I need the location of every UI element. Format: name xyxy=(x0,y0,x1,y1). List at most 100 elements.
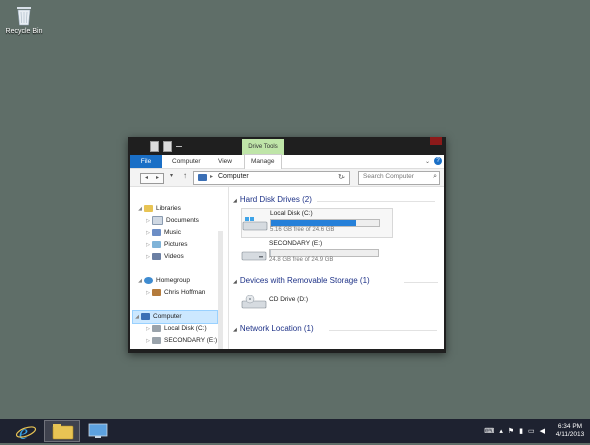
drive-free-space: 5.16 GB free of 24.6 GB xyxy=(270,227,334,233)
help-icon[interactable]: ? xyxy=(434,157,442,165)
path-separator-icon: ▸ xyxy=(210,173,213,180)
music-icon xyxy=(152,229,161,236)
internet-explorer-icon: e xyxy=(8,420,44,442)
forward-button[interactable]: ▸ xyxy=(152,174,163,183)
group-divider xyxy=(404,282,438,283)
folder-icon xyxy=(45,421,81,443)
nav-item-local-disk[interactable]: ▷Local Disk (C:) xyxy=(144,323,207,335)
collapse-arrow-icon[interactable]: ▷ xyxy=(144,215,152,227)
close-button[interactable] xyxy=(430,137,442,145)
cd-drive-icon xyxy=(241,295,267,309)
group-collapse-icon[interactable]: ◢ xyxy=(233,279,237,285)
drive-name: SECONDARY (E:) xyxy=(269,240,322,247)
windows-drive-icon xyxy=(242,217,268,231)
clock[interactable]: 6:34 PM 4/11/2013 xyxy=(550,423,590,439)
group-divider xyxy=(329,330,437,331)
drive-icon xyxy=(152,325,161,332)
drive-usage-fill xyxy=(271,220,356,226)
drive-name: Local Disk (C:) xyxy=(270,210,313,217)
nav-item-pictures[interactable]: ▷Pictures xyxy=(144,239,187,251)
show-hidden-icons[interactable]: ▴ xyxy=(499,427,503,435)
hard-drive-icon xyxy=(241,247,267,261)
drive-free-space: 24.8 GB free of 24.9 GB xyxy=(269,257,333,263)
recycle-bin-label: Recycle Bin xyxy=(4,28,44,35)
explorer-window: Drive Tools File Computer View Manage ⌄ … xyxy=(128,137,446,353)
drive-name: CD Drive (D:) xyxy=(269,296,308,303)
nav-item-computer[interactable]: ◢Computer xyxy=(132,310,218,324)
computer-icon xyxy=(141,313,150,320)
volume-icon[interactable]: ◀ xyxy=(540,427,545,435)
homegroup-icon xyxy=(144,277,153,284)
nav-item-user[interactable]: ▷Chris Hoffman xyxy=(144,287,205,299)
drive-usage-bar xyxy=(270,219,380,227)
libraries-icon xyxy=(144,205,153,212)
clock-time: 6:34 PM xyxy=(550,423,590,431)
nav-item-documents[interactable]: ▷Documents xyxy=(144,215,199,227)
documents-icon xyxy=(152,216,163,225)
collapse-arrow-icon[interactable]: ▷ xyxy=(144,323,152,335)
collapse-arrow-icon[interactable]: ▷ xyxy=(144,239,152,251)
tab-file[interactable]: File xyxy=(130,155,162,168)
new-folder-icon[interactable] xyxy=(163,141,172,152)
expand-arrow-icon[interactable]: ◢ xyxy=(136,275,144,287)
collapse-arrow-icon[interactable]: ▷ xyxy=(144,335,152,347)
nav-scrollbar[interactable] xyxy=(218,231,223,349)
title-bar[interactable]: Drive Tools xyxy=(128,137,446,155)
group-hard-disk-drives[interactable]: ◢Hard Disk Drives (2) xyxy=(233,195,312,204)
drive-tile-c[interactable]: Local Disk (C:) 5.16 GB free of 24.6 GB xyxy=(241,208,393,238)
collapse-arrow-icon[interactable]: ▷ xyxy=(144,227,152,239)
videos-icon xyxy=(152,253,161,260)
customize-toolbar-icon[interactable] xyxy=(176,146,182,147)
network-icon[interactable]: ▭ xyxy=(528,427,535,435)
monitor-icon xyxy=(80,420,116,442)
recycle-bin-shortcut[interactable]: Recycle Bin xyxy=(4,4,44,35)
drive-tile-cd[interactable]: CD Drive (D:) xyxy=(241,287,391,315)
expand-ribbon-icon[interactable]: ⌄ xyxy=(425,158,430,165)
nav-item-libraries[interactable]: ◢Libraries xyxy=(136,203,181,215)
group-collapse-icon[interactable]: ◢ xyxy=(233,198,237,204)
nav-item-secondary[interactable]: ▷SECONDARY (E:) xyxy=(144,335,217,347)
up-arrow-icon[interactable]: ↑ xyxy=(183,171,187,180)
nav-item-videos[interactable]: ▷Videos xyxy=(144,251,184,263)
group-divider xyxy=(317,201,435,202)
taskbar: e ⌨ ▴ ⚑ ▮ ▭ ◀ 6:34 PM 4/11/2013 xyxy=(0,419,590,443)
power-icon[interactable]: ▮ xyxy=(519,427,523,435)
user-avatar-icon xyxy=(152,289,161,296)
action-center-flag-icon[interactable]: ⚑ xyxy=(508,427,514,435)
expand-arrow-icon[interactable]: ◢ xyxy=(136,203,144,215)
keyboard-icon[interactable]: ⌨ xyxy=(484,427,494,435)
tab-computer[interactable]: Computer xyxy=(172,155,201,168)
tab-view[interactable]: View xyxy=(218,155,232,168)
group-network-location[interactable]: ◢Network Location (1) xyxy=(233,324,314,333)
collapse-arrow-icon[interactable]: ▷ xyxy=(144,287,152,299)
search-input[interactable]: Search Computer ⌕ xyxy=(358,171,440,185)
system-tray: ⌨ ▴ ⚑ ▮ ▭ ◀ 6:34 PM 4/11/2013 xyxy=(484,419,590,443)
drive-tile-e[interactable]: SECONDARY (E:) 24.8 GB free of 24.9 GB xyxy=(241,239,391,267)
expand-arrow-icon[interactable]: ◢ xyxy=(133,311,141,323)
group-removable-storage[interactable]: ◢Devices with Removable Storage (1) xyxy=(233,276,370,285)
nav-item-music[interactable]: ▷Music xyxy=(144,227,181,239)
group-collapse-icon[interactable]: ◢ xyxy=(233,327,237,333)
address-bar: ◂ ▸ ▾ ↑ ▸ Computer ⌄ ↻ Search Computer ⌕ xyxy=(130,169,444,187)
refresh-icon[interactable]: ↻ xyxy=(338,173,344,181)
quick-access-toolbar xyxy=(150,141,182,152)
tab-manage[interactable]: Manage xyxy=(244,154,282,169)
properties-icon[interactable] xyxy=(150,141,159,152)
collapse-arrow-icon[interactable]: ▷ xyxy=(144,251,152,263)
file-explorer-button[interactable] xyxy=(44,420,80,442)
back-button[interactable]: ◂ xyxy=(141,174,152,183)
drive-icon xyxy=(152,337,161,344)
recycle-bin-icon xyxy=(15,4,33,26)
clock-date: 4/11/2013 xyxy=(550,431,590,439)
nav-item-homegroup[interactable]: ◢Homegroup xyxy=(136,275,190,287)
computer-icon xyxy=(198,174,207,181)
search-icon: ⌕ xyxy=(433,173,437,181)
control-panel-button[interactable] xyxy=(80,420,116,442)
drive-tools-context-label: Drive Tools xyxy=(242,139,284,155)
content-pane: ◢Hard Disk Drives (2) Local Disk (C:) 5.… xyxy=(229,187,444,349)
svg-text:e: e xyxy=(19,422,28,442)
search-placeholder: Search Computer xyxy=(363,173,414,180)
address-path-box[interactable]: ▸ Computer ⌄ xyxy=(193,171,350,185)
recent-locations-icon[interactable]: ▾ xyxy=(170,172,173,179)
internet-explorer-button[interactable]: e xyxy=(8,420,44,442)
